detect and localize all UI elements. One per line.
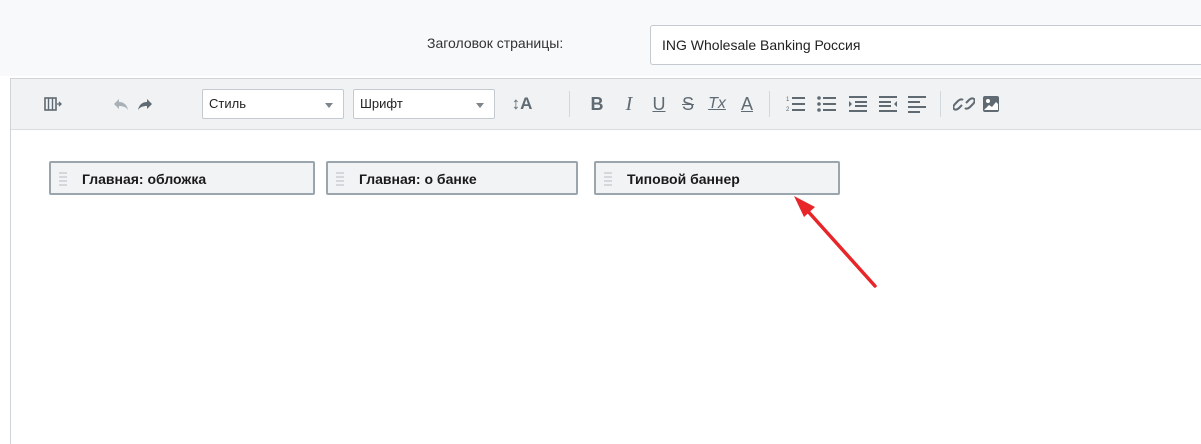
drag-handle-icon[interactable] xyxy=(336,172,344,186)
html-editor: Стиль Шрифт ↕A B I U S Tx A 1 2 Главная:… xyxy=(10,78,1201,444)
page-title-label: Заголовок страницы: xyxy=(427,35,564,51)
drag-handle-icon[interactable] xyxy=(59,172,67,186)
undo-icon[interactable] xyxy=(112,93,130,115)
align-left-icon[interactable] xyxy=(907,93,927,115)
font-size-icon[interactable]: ↕A xyxy=(509,93,535,115)
outdent-icon[interactable] xyxy=(878,93,898,115)
ordered-list-icon[interactable]: 1 2 xyxy=(786,93,806,115)
chevron-down-icon xyxy=(325,103,333,108)
page: Заголовок страницы: ING Wholesale Bankin… xyxy=(0,0,1201,444)
svg-text:2: 2 xyxy=(786,107,790,113)
component-block-about[interactable]: Главная: о банке xyxy=(326,161,578,195)
font-color-icon[interactable]: A xyxy=(739,93,755,115)
toolbar-divider xyxy=(940,91,941,117)
unordered-list-icon[interactable] xyxy=(817,93,837,115)
style-select-label: Стиль xyxy=(209,96,246,111)
page-title-input[interactable] xyxy=(650,25,1201,65)
font-select[interactable]: Шрифт xyxy=(353,89,495,119)
component-block-label: Типовой баннер xyxy=(627,171,740,187)
underline-icon[interactable]: U xyxy=(651,93,667,115)
toolbar-divider xyxy=(569,91,570,117)
source-view-icon[interactable] xyxy=(44,93,62,115)
bold-icon[interactable]: B xyxy=(589,93,605,115)
toolbar-divider xyxy=(769,91,770,117)
chevron-down-icon xyxy=(476,103,484,108)
redo-icon[interactable] xyxy=(136,93,154,115)
drag-handle-icon[interactable] xyxy=(604,172,612,186)
svg-text:1: 1 xyxy=(786,97,790,103)
link-icon[interactable] xyxy=(953,93,975,115)
font-select-label: Шрифт xyxy=(360,96,403,111)
page-title-row: Заголовок страницы: xyxy=(0,0,1201,76)
italic-icon[interactable]: I xyxy=(621,93,637,115)
indent-icon[interactable] xyxy=(848,93,868,115)
component-block-label: Главная: о банке xyxy=(359,171,477,187)
image-icon[interactable] xyxy=(982,93,1002,115)
component-block-label: Главная: обложка xyxy=(82,171,207,187)
strikethrough-icon[interactable]: S xyxy=(680,93,696,115)
editor-toolbar: Стиль Шрифт ↕A B I U S Tx A 1 2 xyxy=(11,79,1201,130)
remove-format-icon[interactable]: Tx xyxy=(707,93,727,115)
style-select[interactable]: Стиль xyxy=(202,89,344,119)
component-block-banner[interactable]: Типовой баннер xyxy=(594,161,840,195)
component-block-cover[interactable]: Главная: обложка xyxy=(49,161,315,195)
